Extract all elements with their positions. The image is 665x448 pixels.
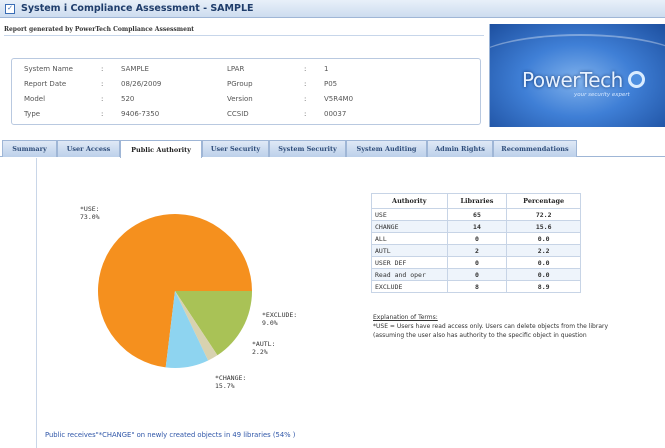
table-row: USE 65 72.2 [371, 208, 581, 221]
separator: : [304, 65, 307, 73]
column-header-libraries: Libraries [446, 193, 508, 209]
authority-cell: CHANGE [371, 220, 448, 233]
column-header-authority: Authority [371, 193, 448, 209]
tab-system-auditing[interactable]: System Auditing [346, 140, 427, 157]
terms-line: *USE = Users have read access only. User… [373, 323, 609, 330]
system-name-value: SAMPLE [121, 65, 149, 73]
percentage-cell: 8.9 [506, 280, 581, 293]
powertech-logo-panel: PowerTech your security expert [489, 24, 665, 127]
type-value: 9406-7350 [121, 110, 160, 118]
authority-cell: Read and oper [371, 268, 448, 281]
report-date-label: Report Date [24, 80, 67, 88]
checkbox-icon: ✓ [5, 3, 15, 14]
pie-label-name: *CHANGE: [215, 374, 246, 382]
ccsid-label: CCSID [227, 110, 249, 118]
percentage-cell: 0.0 [506, 256, 581, 269]
tab-system-security[interactable]: System Security [269, 140, 346, 157]
percentage-cell: 15.6 [506, 220, 581, 233]
report-tabs: Summary User Access Public Authority Use… [0, 140, 665, 158]
logo-wordmark: PowerTech [522, 68, 623, 92]
type-label: Type [24, 110, 41, 118]
report-date-value: 08/26/2009 [121, 80, 162, 88]
lpar-label: LPAR [227, 65, 245, 73]
separator: : [304, 110, 307, 118]
report-generated-line: Report generated by PowerTech Compliance… [4, 24, 484, 36]
separator: : [304, 95, 307, 103]
pie-label-value: 15.7% [215, 382, 235, 390]
lpar-value: 1 [324, 65, 329, 73]
tab-admin-rights[interactable]: Admin Rights [427, 140, 493, 157]
explanation-of-terms: Explanation of Terms: *USE = Users have … [373, 313, 665, 340]
separator: : [304, 80, 307, 88]
percentage-cell: 0.0 [506, 268, 581, 281]
table-header-row: Authority Libraries Percentage [371, 193, 581, 209]
terms-line: (assuming the user also has authority to… [373, 332, 587, 339]
logo-tagline: your security expert [574, 92, 630, 98]
pie-slices [98, 214, 252, 368]
table-row: ALL 0 0.0 [371, 232, 581, 245]
pgroup-label: PGroup [227, 80, 253, 88]
authority-cell: USE [371, 208, 448, 221]
libraries-cell: 0 [446, 268, 508, 281]
pie-label-name: *USE: [80, 205, 100, 213]
table-row: USER DEF 0 0.0 [371, 256, 581, 269]
libraries-cell: 0 [446, 256, 508, 269]
separator: : [101, 95, 104, 103]
pgroup-value: P05 [324, 80, 338, 88]
libraries-cell: 65 [446, 208, 508, 221]
table-row: EXCLUDE 8 8.9 [371, 280, 581, 293]
libraries-cell: 8 [446, 280, 508, 293]
table-row: Read and oper 0 0.0 [371, 268, 581, 281]
pie-label-name: *AUTL: [252, 340, 275, 348]
logo-circle-icon [628, 71, 645, 88]
system-info-panel: System Name : SAMPLE Report Date : 08/26… [11, 58, 481, 125]
public-authority-pie-chart: *USE:73.0% *CHANGE:15.7% *AUTL:2.2% *EXCLUD… [80, 205, 297, 390]
authority-cell: AUTL [371, 244, 448, 257]
system-name-label: System Name [24, 65, 73, 73]
libraries-cell: 2 [446, 244, 508, 257]
window-titlebar: ✓ System i Compliance Assessment - SAMPL… [0, 0, 665, 18]
version-value: V5R4M0 [324, 95, 354, 103]
tab-public-authority[interactable]: Public Authority [120, 140, 202, 158]
pie-label-value: 9.0% [262, 319, 278, 327]
model-label: Model [24, 95, 46, 103]
table-row: AUTL 2 2.2 [371, 244, 581, 257]
pie-label-value: 2.2% [252, 348, 268, 356]
table-row: CHANGE 14 15.6 [371, 220, 581, 233]
authority-cell: USER DEF [371, 256, 448, 269]
separator: : [101, 110, 104, 118]
separator: : [101, 80, 104, 88]
tab-summary[interactable]: Summary [2, 140, 57, 157]
footer-note: Public receives"*CHANGE" on newly create… [45, 431, 296, 439]
libraries-cell: 14 [446, 220, 508, 233]
tab-user-access[interactable]: User Access [57, 140, 120, 157]
authority-table: Authority Libraries Percentage USE 65 72… [371, 193, 581, 293]
window-title: System i Compliance Assessment - SAMPLE [21, 3, 254, 14]
authority-cell: ALL [371, 232, 448, 245]
percentage-cell: 2.2 [506, 244, 581, 257]
version-label: Version [227, 95, 253, 103]
tab-recommendations[interactable]: Recommendations [493, 140, 577, 157]
separator: : [101, 65, 104, 73]
pie-label-name: *EXCLUDE: [262, 311, 297, 319]
tab-user-security[interactable]: User Security [202, 140, 269, 157]
column-header-percentage: Percentage [506, 193, 581, 209]
percentage-cell: 72.2 [506, 208, 581, 221]
terms-title: Explanation of Terms: [373, 314, 438, 321]
ccsid-value: 00037 [324, 110, 347, 118]
percentage-cell: 0.0 [506, 232, 581, 245]
authority-cell: EXCLUDE [371, 280, 448, 293]
libraries-cell: 0 [446, 232, 508, 245]
model-value: 520 [121, 95, 135, 103]
pie-label-value: 73.0% [80, 213, 100, 221]
